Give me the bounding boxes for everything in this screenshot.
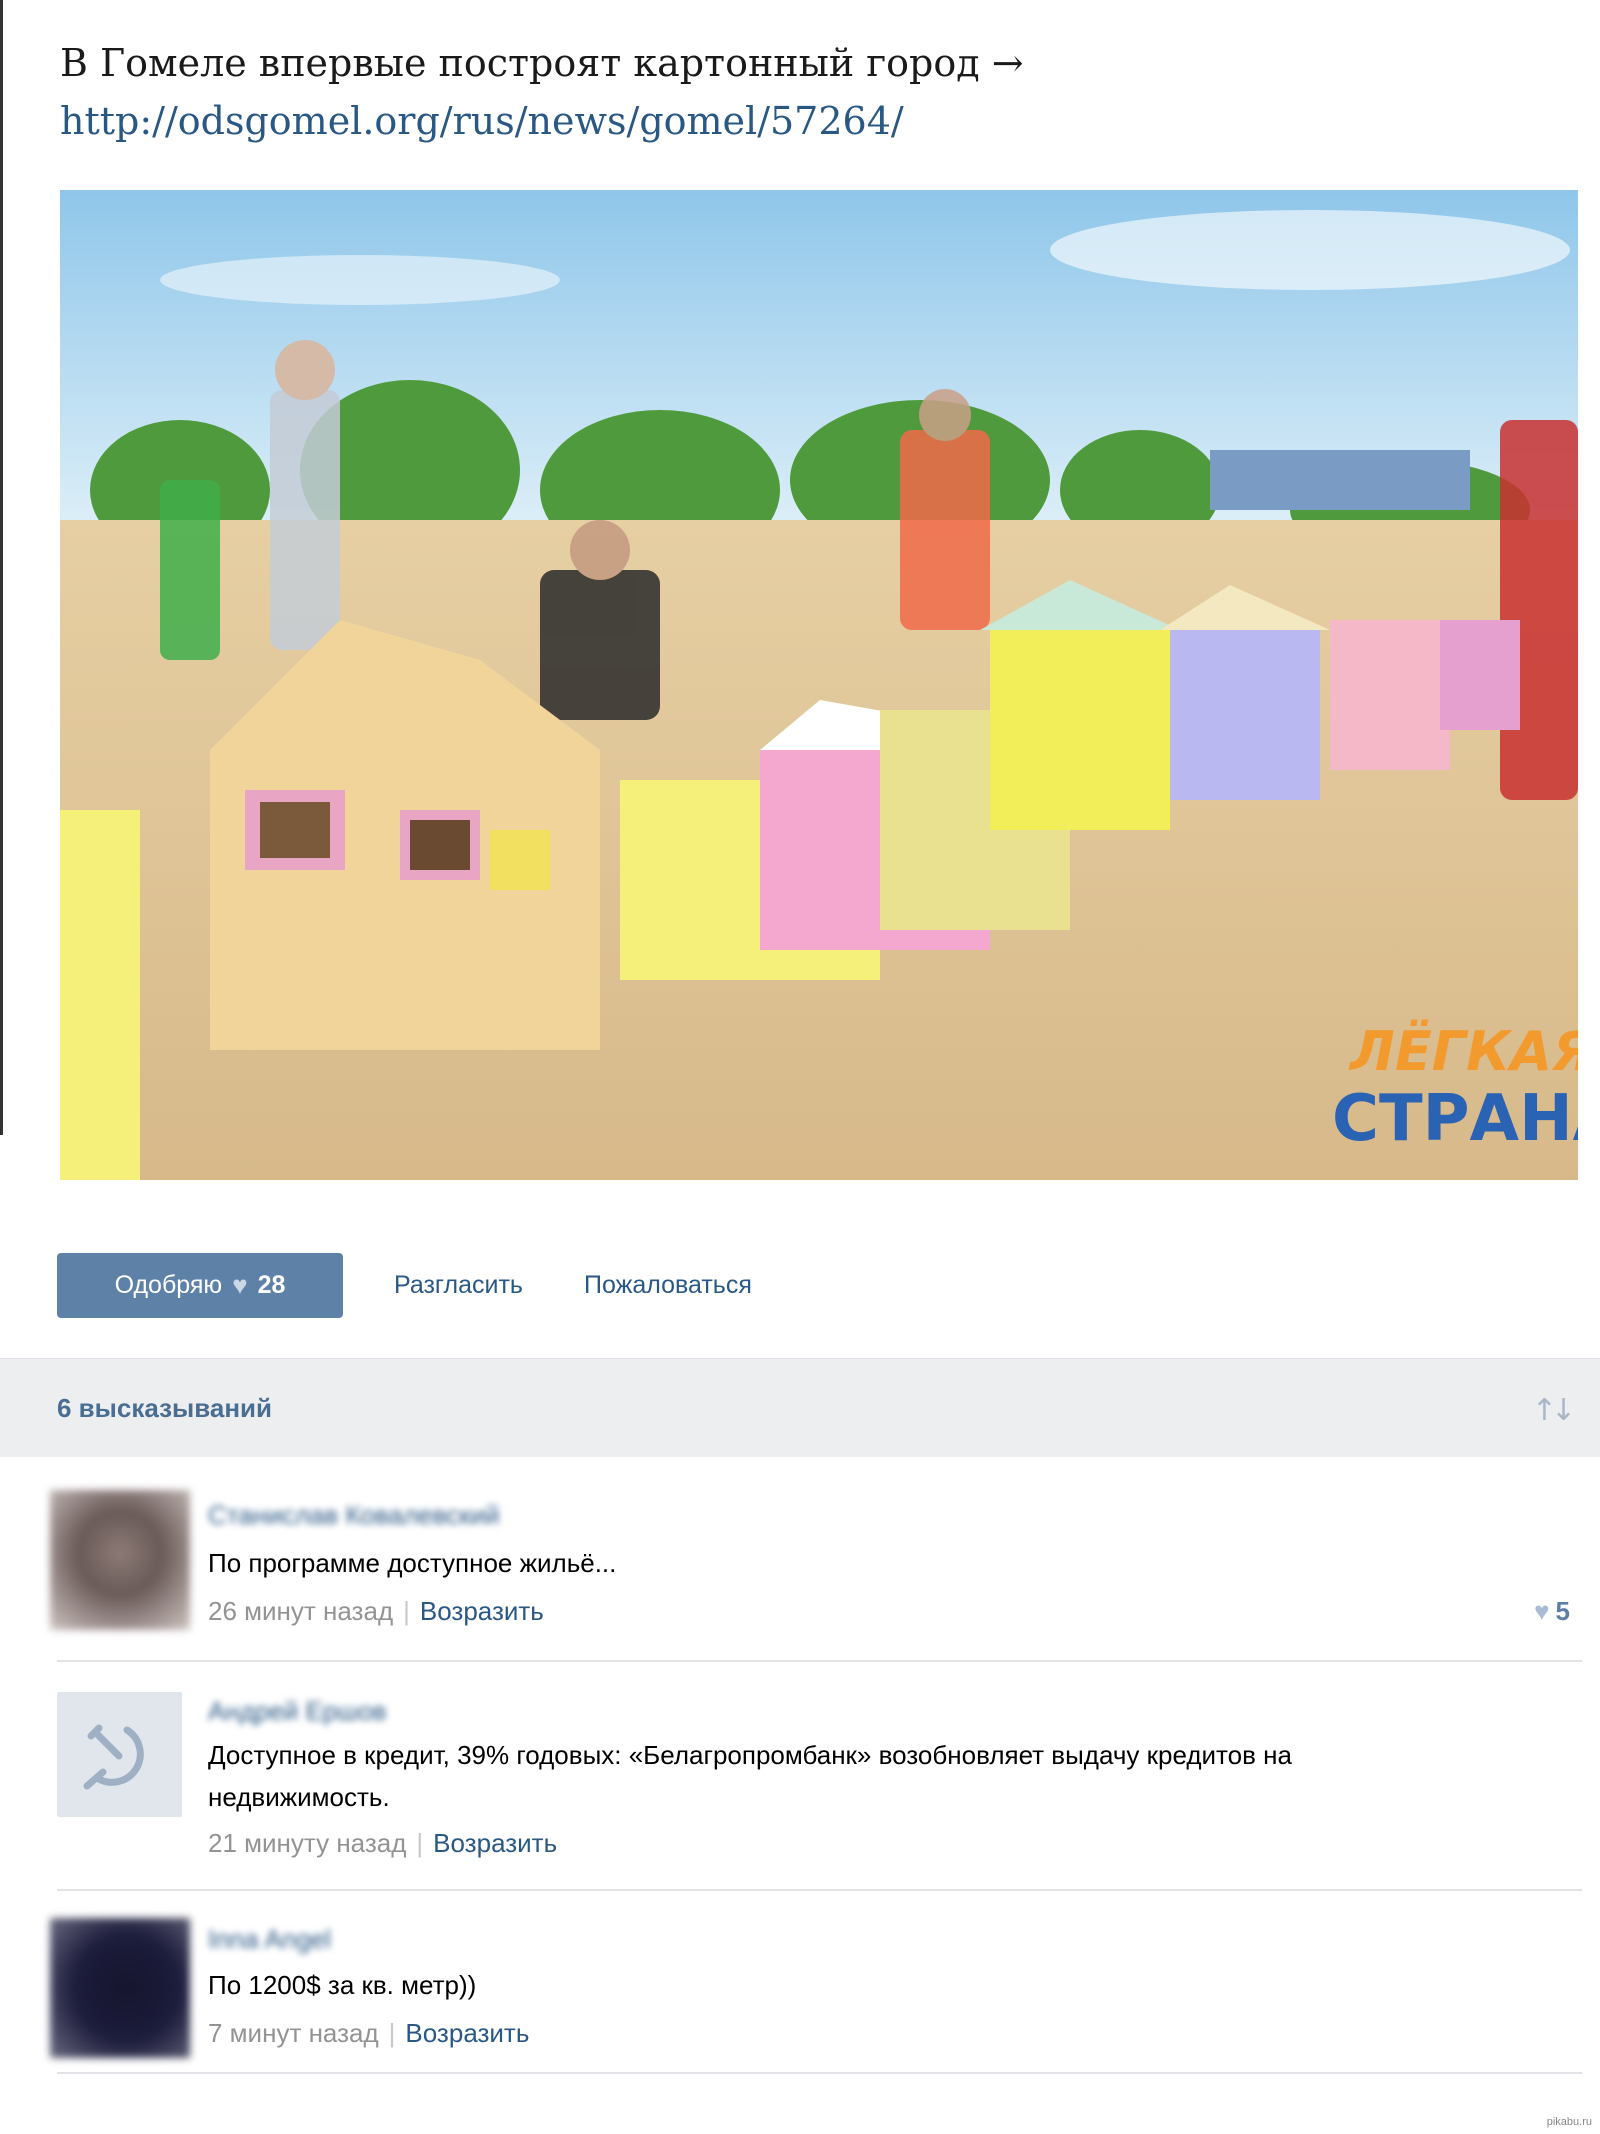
comment-like-count: 5 <box>1555 1596 1570 1626</box>
comment-time[interactable]: 21 минуту назад <box>208 1828 406 1858</box>
comment-text: Доступное в кредит, 39% годовых: «Белагр… <box>208 1740 1292 1812</box>
reply-link[interactable]: Возразить <box>420 1596 544 1626</box>
comment-divider <box>57 2072 1582 2074</box>
comment-author[interactable]: Андрей Ершов <box>208 1696 386 1727</box>
post-photo[interactable]: ЛЁГКАЯ СТРАНА <box>60 190 1578 1180</box>
comment-author[interactable]: Inna Angel <box>208 1924 331 1955</box>
comment-divider <box>57 1660 1582 1662</box>
meta-separator: | <box>416 1828 424 1858</box>
heart-icon: ♥ <box>1534 1596 1550 1626</box>
sort-icon[interactable]: ↑↓ <box>1532 1393 1576 1428</box>
comment-meta: 26 минут назад | Возразить <box>208 1596 544 1627</box>
avatar[interactable] <box>57 1692 182 1817</box>
avatar[interactable] <box>50 1490 190 1630</box>
comment-text: По 1200$ за кв. метр)) <box>208 1970 477 2000</box>
reply-link[interactable]: Возразить <box>405 2018 529 2048</box>
comments-header: 6 высказываний ↑↓ <box>0 1358 1600 1457</box>
meta-separator: | <box>388 2018 396 2048</box>
heart-icon: ♥ <box>232 1270 248 1300</box>
post-title: В Гомеле впервые построят картонный горо… <box>60 41 1024 85</box>
hammer-sickle-icon <box>83 1724 144 1790</box>
comment-likes[interactable]: ♥ 5 <box>1534 1596 1570 1627</box>
meta-separator: | <box>403 1596 410 1626</box>
post-actions: Одобряю ♥ 28 Разгласить Пожаловаться <box>57 1253 1557 1318</box>
photo-logo: ЛЁГКАЯ СТРАНА <box>1332 1020 1578 1156</box>
post-link[interactable]: http://odsgomel.org/rus/news/gomel/57264… <box>60 92 1560 150</box>
comment-time[interactable]: 7 минут назад <box>208 2018 379 2048</box>
like-count: 28 <box>257 1271 286 1299</box>
avatar[interactable] <box>50 1918 190 2058</box>
watermark: pikabu.ru <box>1546 2116 1592 2128</box>
share-link[interactable]: Разгласить <box>394 1253 523 1318</box>
report-link[interactable]: Пожаловаться <box>584 1253 752 1318</box>
comment-divider <box>57 1889 1582 1891</box>
post-text: В Гомеле впервые построят картонный горо… <box>60 34 1560 150</box>
comment-meta: 21 минуту назад | Возразить <box>208 1828 557 1859</box>
like-button[interactable]: Одобряю ♥ 28 <box>57 1253 343 1318</box>
logo-line-2: СТРАНА <box>1332 1082 1578 1156</box>
logo-line-1: ЛЁГКАЯ <box>1348 1020 1578 1083</box>
comment-time[interactable]: 26 минут назад <box>208 1596 393 1626</box>
left-border <box>0 0 3 1135</box>
comments-count[interactable]: 6 высказываний <box>57 1359 272 1457</box>
reply-link[interactable]: Возразить <box>433 1828 557 1858</box>
like-label: Одобряю <box>114 1271 223 1299</box>
comment-text: По программе доступное жильё... <box>208 1548 617 1578</box>
comment-meta: 7 минут назад | Возразить <box>208 2018 529 2049</box>
cardboard-city-photo: ЛЁГКАЯ СТРАНА <box>60 190 1578 1180</box>
comment-author[interactable]: Станислав Ковалевский <box>208 1500 500 1531</box>
